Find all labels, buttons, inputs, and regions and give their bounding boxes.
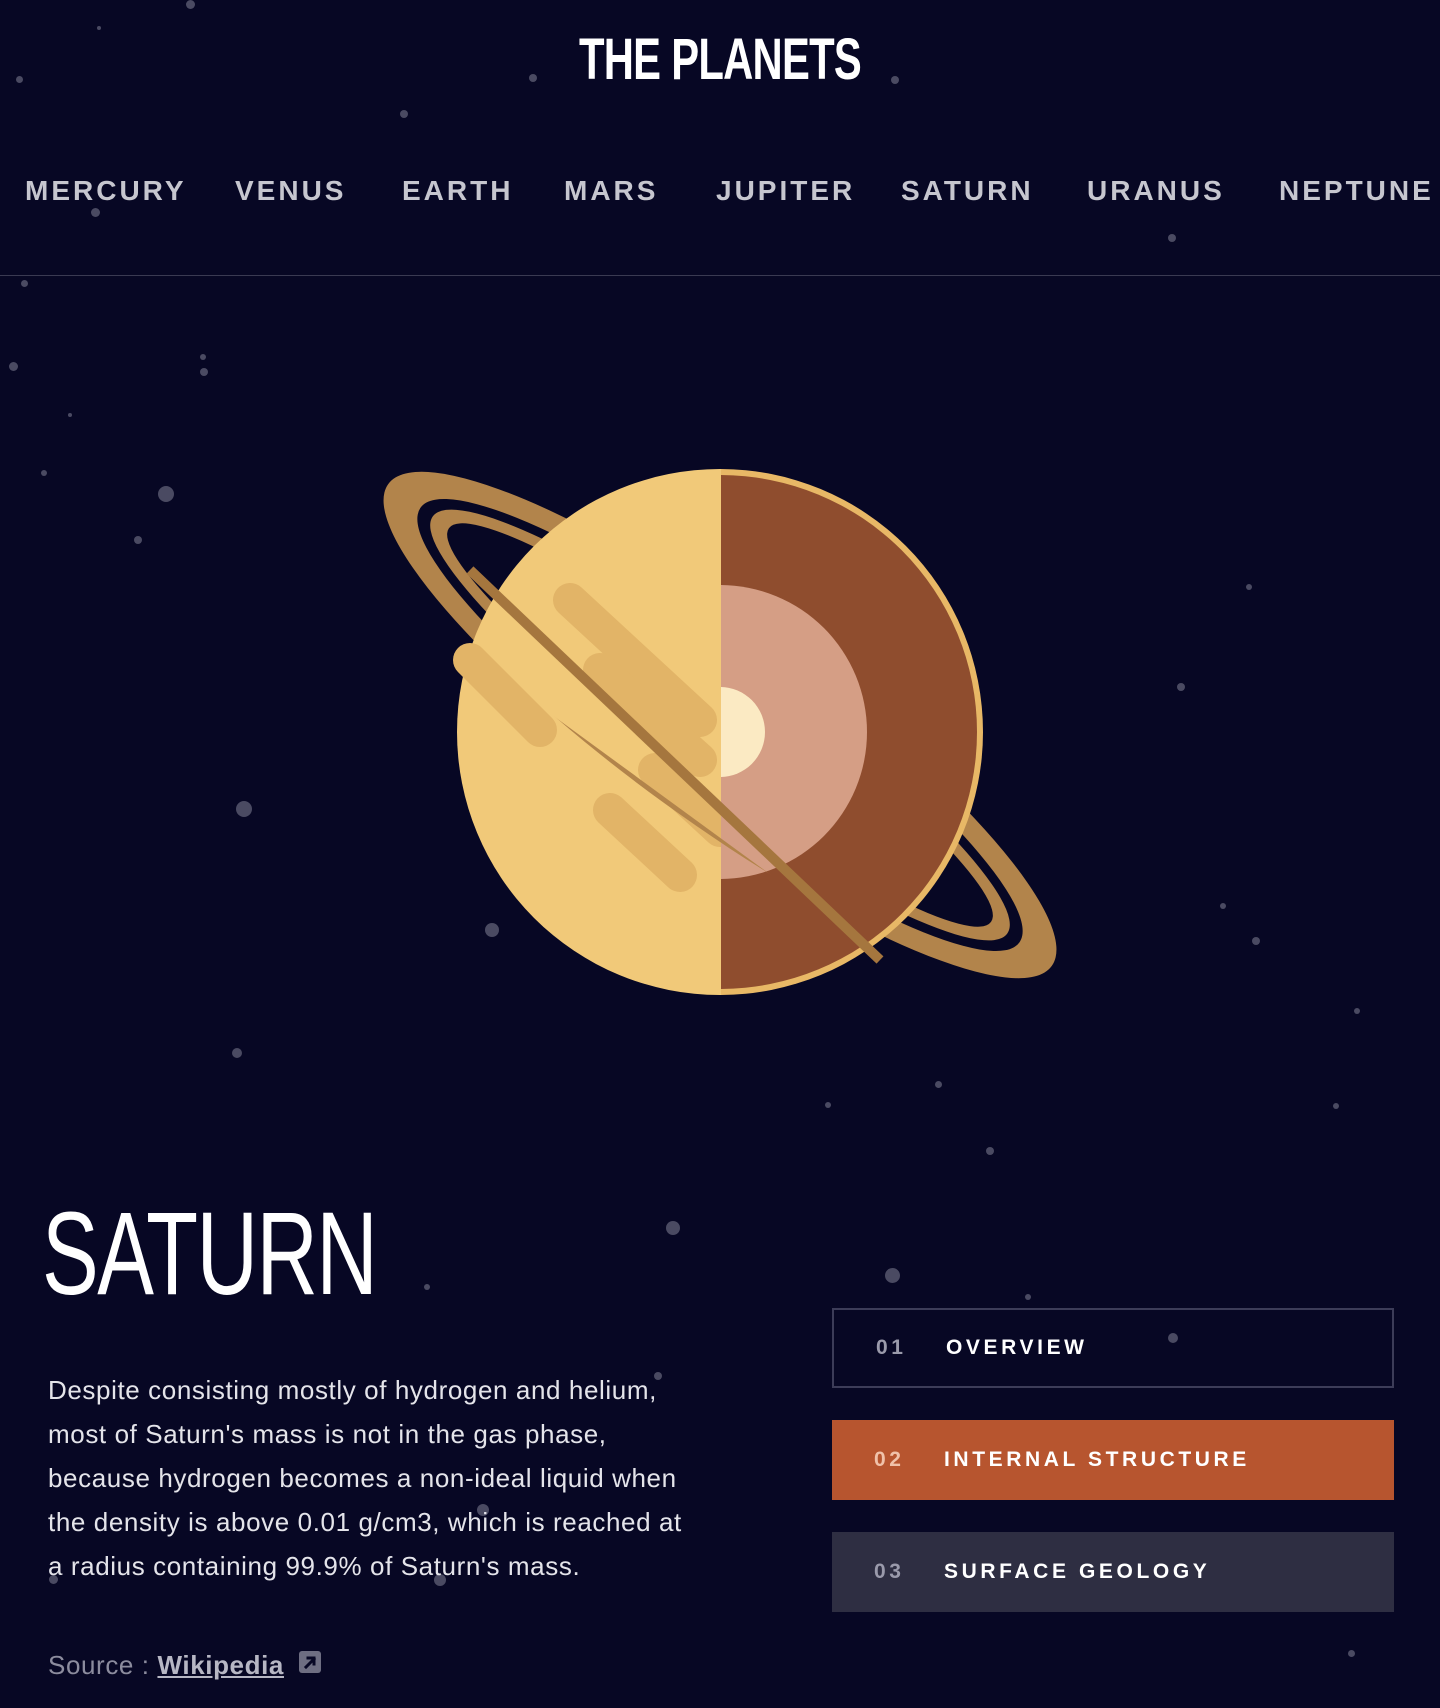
star (1177, 683, 1185, 691)
star (1220, 903, 1226, 909)
tab-number: 01 (876, 1336, 907, 1359)
site-logo[interactable]: THE PLANETS (202, 26, 1239, 93)
nav-item-mercury[interactable]: MERCURY (25, 175, 187, 207)
star (1246, 584, 1252, 590)
star (1354, 1008, 1360, 1014)
planet-name: SATURN (42, 1188, 378, 1320)
tab-internal-structure[interactable]: 02 INTERNAL STRUCTURE (832, 1420, 1394, 1500)
nav-item-venus[interactable]: VENUS (235, 175, 346, 207)
nav-item-earth[interactable]: EARTH (402, 175, 513, 207)
star (21, 280, 28, 287)
nav-item-neptune[interactable]: NEPTUNE (1279, 175, 1434, 207)
nav-item-jupiter[interactable]: JUPITER (716, 175, 855, 207)
star (68, 413, 72, 417)
source-line: Source : Wikipedia (48, 1650, 322, 1681)
star (200, 354, 206, 360)
star (236, 801, 252, 817)
star (986, 1147, 994, 1155)
tab-number: 03 (874, 1560, 905, 1583)
tab-number: 02 (874, 1448, 905, 1471)
star (200, 368, 208, 376)
star (134, 536, 142, 544)
nav-item-uranus[interactable]: URANUS (1087, 175, 1225, 207)
tab-surface-geology[interactable]: 03 SURFACE GEOLOGY (832, 1532, 1394, 1612)
site-header: THE PLANETS MERCURY VENUS EARTH MARS JUP… (0, 0, 1440, 276)
star (232, 1048, 242, 1058)
tab-label: SURFACE GEOLOGY (944, 1560, 1211, 1583)
star (1348, 1650, 1355, 1657)
source-link[interactable]: Wikipedia (157, 1650, 284, 1680)
planet-illustration (383, 469, 1057, 995)
nav-item-saturn[interactable]: SATURN (901, 175, 1034, 207)
external-link-icon[interactable] (298, 1650, 322, 1681)
planet-description: Despite consisting mostly of hydrogen an… (48, 1375, 682, 1581)
star (424, 1284, 430, 1290)
star (41, 470, 47, 476)
star (885, 1268, 900, 1283)
nav-item-mars[interactable]: MARS (564, 175, 658, 207)
tab-label: OVERVIEW (946, 1336, 1088, 1359)
star (158, 486, 174, 502)
star (1333, 1103, 1339, 1109)
star (666, 1221, 680, 1235)
star (9, 362, 18, 371)
star (1025, 1294, 1031, 1300)
tab-overview[interactable]: 01 OVERVIEW (832, 1308, 1394, 1388)
star (1252, 937, 1260, 945)
source-prefix: Source : (48, 1650, 158, 1680)
tab-label: INTERNAL STRUCTURE (944, 1448, 1250, 1471)
